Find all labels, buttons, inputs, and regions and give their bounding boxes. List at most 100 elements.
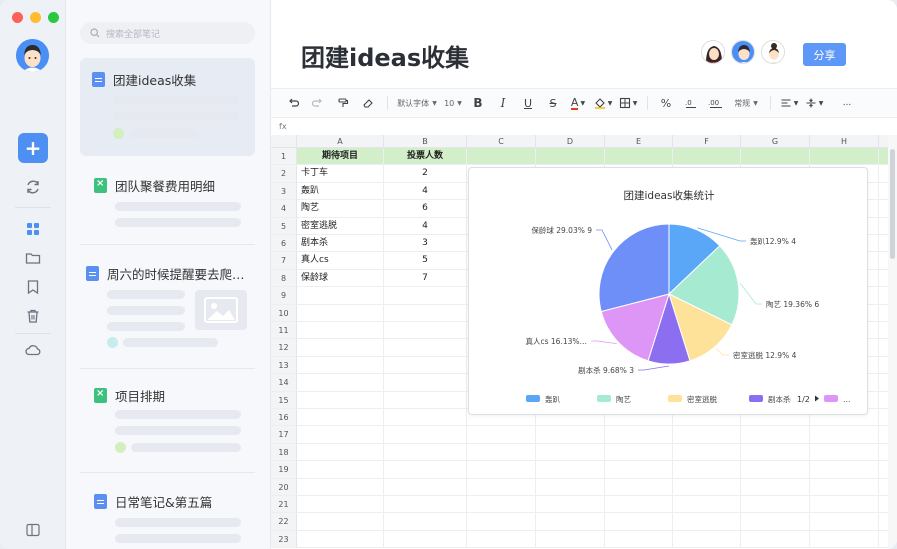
table-cell[interactable] <box>879 148 888 166</box>
table-cell[interactable] <box>384 339 467 357</box>
table-cell[interactable] <box>673 530 741 549</box>
table-cell[interactable] <box>384 478 467 496</box>
more-tools-button[interactable]: ... <box>835 92 859 114</box>
row-header[interactable]: 8 <box>271 269 297 288</box>
table-cell[interactable] <box>384 322 467 340</box>
table-cell[interactable] <box>673 148 741 166</box>
row-header[interactable]: 1 <box>271 148 297 166</box>
row-header[interactable]: 16 <box>271 409 297 427</box>
table-cell[interactable] <box>467 478 536 496</box>
table-cell[interactable] <box>536 148 605 166</box>
table-cell[interactable] <box>384 409 467 427</box>
table-cell[interactable] <box>879 305 888 322</box>
table-cell[interactable]: 真人cs <box>297 252 384 270</box>
table-cell[interactable] <box>384 356 467 375</box>
collaborator-avatar[interactable] <box>731 40 755 64</box>
percent-format-button[interactable]: % <box>654 92 678 114</box>
table-cell[interactable] <box>810 443 879 462</box>
table-cell[interactable] <box>467 148 536 166</box>
table-cell[interactable] <box>536 426 605 444</box>
row-header[interactable]: 13 <box>271 356 297 375</box>
table-cell[interactable] <box>879 287 888 305</box>
table-cell[interactable]: 3 <box>384 235 467 253</box>
table-cell[interactable] <box>467 530 536 549</box>
table-cell[interactable] <box>297 478 384 496</box>
minimize-window-button[interactable] <box>30 12 41 23</box>
table-cell[interactable]: 剧本杀 <box>297 235 384 253</box>
table-cell[interactable] <box>536 443 605 462</box>
table-cell[interactable] <box>741 496 810 514</box>
legend-label[interactable]: … <box>843 395 851 404</box>
row-header[interactable]: 3 <box>271 182 297 201</box>
row-header[interactable]: 2 <box>271 165 297 183</box>
search-input[interactable]: 搜索全部笔记 <box>80 22 255 44</box>
table-cell[interactable] <box>384 391 467 409</box>
table-cell[interactable] <box>605 478 673 496</box>
row-header[interactable]: 7 <box>271 252 297 270</box>
table-cell[interactable]: 轰趴 <box>297 182 384 201</box>
table-cell[interactable] <box>810 530 879 549</box>
row-header[interactable]: 9 <box>271 287 297 305</box>
table-cell[interactable]: 陶艺 <box>297 200 384 218</box>
table-cell[interactable] <box>297 513 384 531</box>
table-cell[interactable] <box>673 496 741 514</box>
table-cell[interactable] <box>810 148 879 166</box>
table-cell[interactable] <box>384 374 467 392</box>
row-header[interactable]: 12 <box>271 339 297 357</box>
column-header[interactable]: D <box>536 135 605 148</box>
column-header[interactable]: B <box>384 135 467 148</box>
table-cell[interactable] <box>879 374 888 392</box>
table-cell[interactable] <box>879 513 888 531</box>
bookmark-icon[interactable] <box>24 278 42 296</box>
row-header[interactable]: 19 <box>271 461 297 479</box>
table-cell[interactable] <box>879 200 888 218</box>
table-cell[interactable]: 5 <box>384 252 467 270</box>
table-cell[interactable] <box>605 461 673 479</box>
row-header[interactable]: 18 <box>271 443 297 462</box>
format-painter-button[interactable] <box>331 92 355 114</box>
table-cell[interactable] <box>741 513 810 531</box>
row-header[interactable]: 11 <box>271 322 297 340</box>
legend-label[interactable]: 剧本杀 <box>768 394 791 404</box>
table-cell[interactable]: 卡丁车 <box>297 165 384 183</box>
table-cell[interactable] <box>297 356 384 375</box>
column-header[interactable]: G <box>741 135 810 148</box>
folder-icon[interactable] <box>24 249 42 267</box>
cloud-icon[interactable] <box>24 341 42 359</box>
table-cell[interactable] <box>297 339 384 357</box>
sync-icon[interactable] <box>24 178 42 196</box>
table-cell[interactable] <box>467 461 536 479</box>
horizontal-align-button[interactable]: ▼ <box>777 92 801 114</box>
table-cell[interactable] <box>605 513 673 531</box>
table-cell[interactable] <box>810 426 879 444</box>
clear-format-button[interactable] <box>356 92 380 114</box>
border-button[interactable]: ▼ <box>616 92 640 114</box>
table-cell[interactable] <box>605 148 673 166</box>
collaborator-avatar[interactable] <box>701 40 725 64</box>
table-cell[interactable] <box>879 218 888 235</box>
column-header[interactable]: F <box>673 135 741 148</box>
table-cell[interactable] <box>467 496 536 514</box>
table-cell[interactable]: 6 <box>384 200 467 218</box>
legend-next-button[interactable] <box>815 395 819 402</box>
row-header[interactable]: 5 <box>271 217 297 235</box>
row-header[interactable]: 17 <box>271 426 297 444</box>
table-cell[interactable] <box>673 443 741 462</box>
table-cell[interactable] <box>384 304 467 322</box>
table-cell[interactable] <box>879 479 888 496</box>
underline-button[interactable]: U <box>516 92 540 114</box>
table-cell[interactable] <box>810 478 879 496</box>
table-cell[interactable] <box>741 461 810 479</box>
trash-icon[interactable] <box>24 307 42 325</box>
column-header[interactable]: E <box>605 135 673 148</box>
collaborator-avatar[interactable] <box>761 40 785 64</box>
table-cell[interactable] <box>741 148 810 166</box>
table-cell[interactable] <box>467 513 536 531</box>
table-cell[interactable] <box>810 496 879 514</box>
table-cell[interactable]: 保龄球 <box>297 269 384 288</box>
table-cell[interactable] <box>384 513 467 531</box>
table-cell[interactable] <box>297 426 384 444</box>
table-cell[interactable] <box>467 426 536 444</box>
table-cell[interactable] <box>384 287 467 305</box>
table-cell[interactable] <box>605 530 673 549</box>
